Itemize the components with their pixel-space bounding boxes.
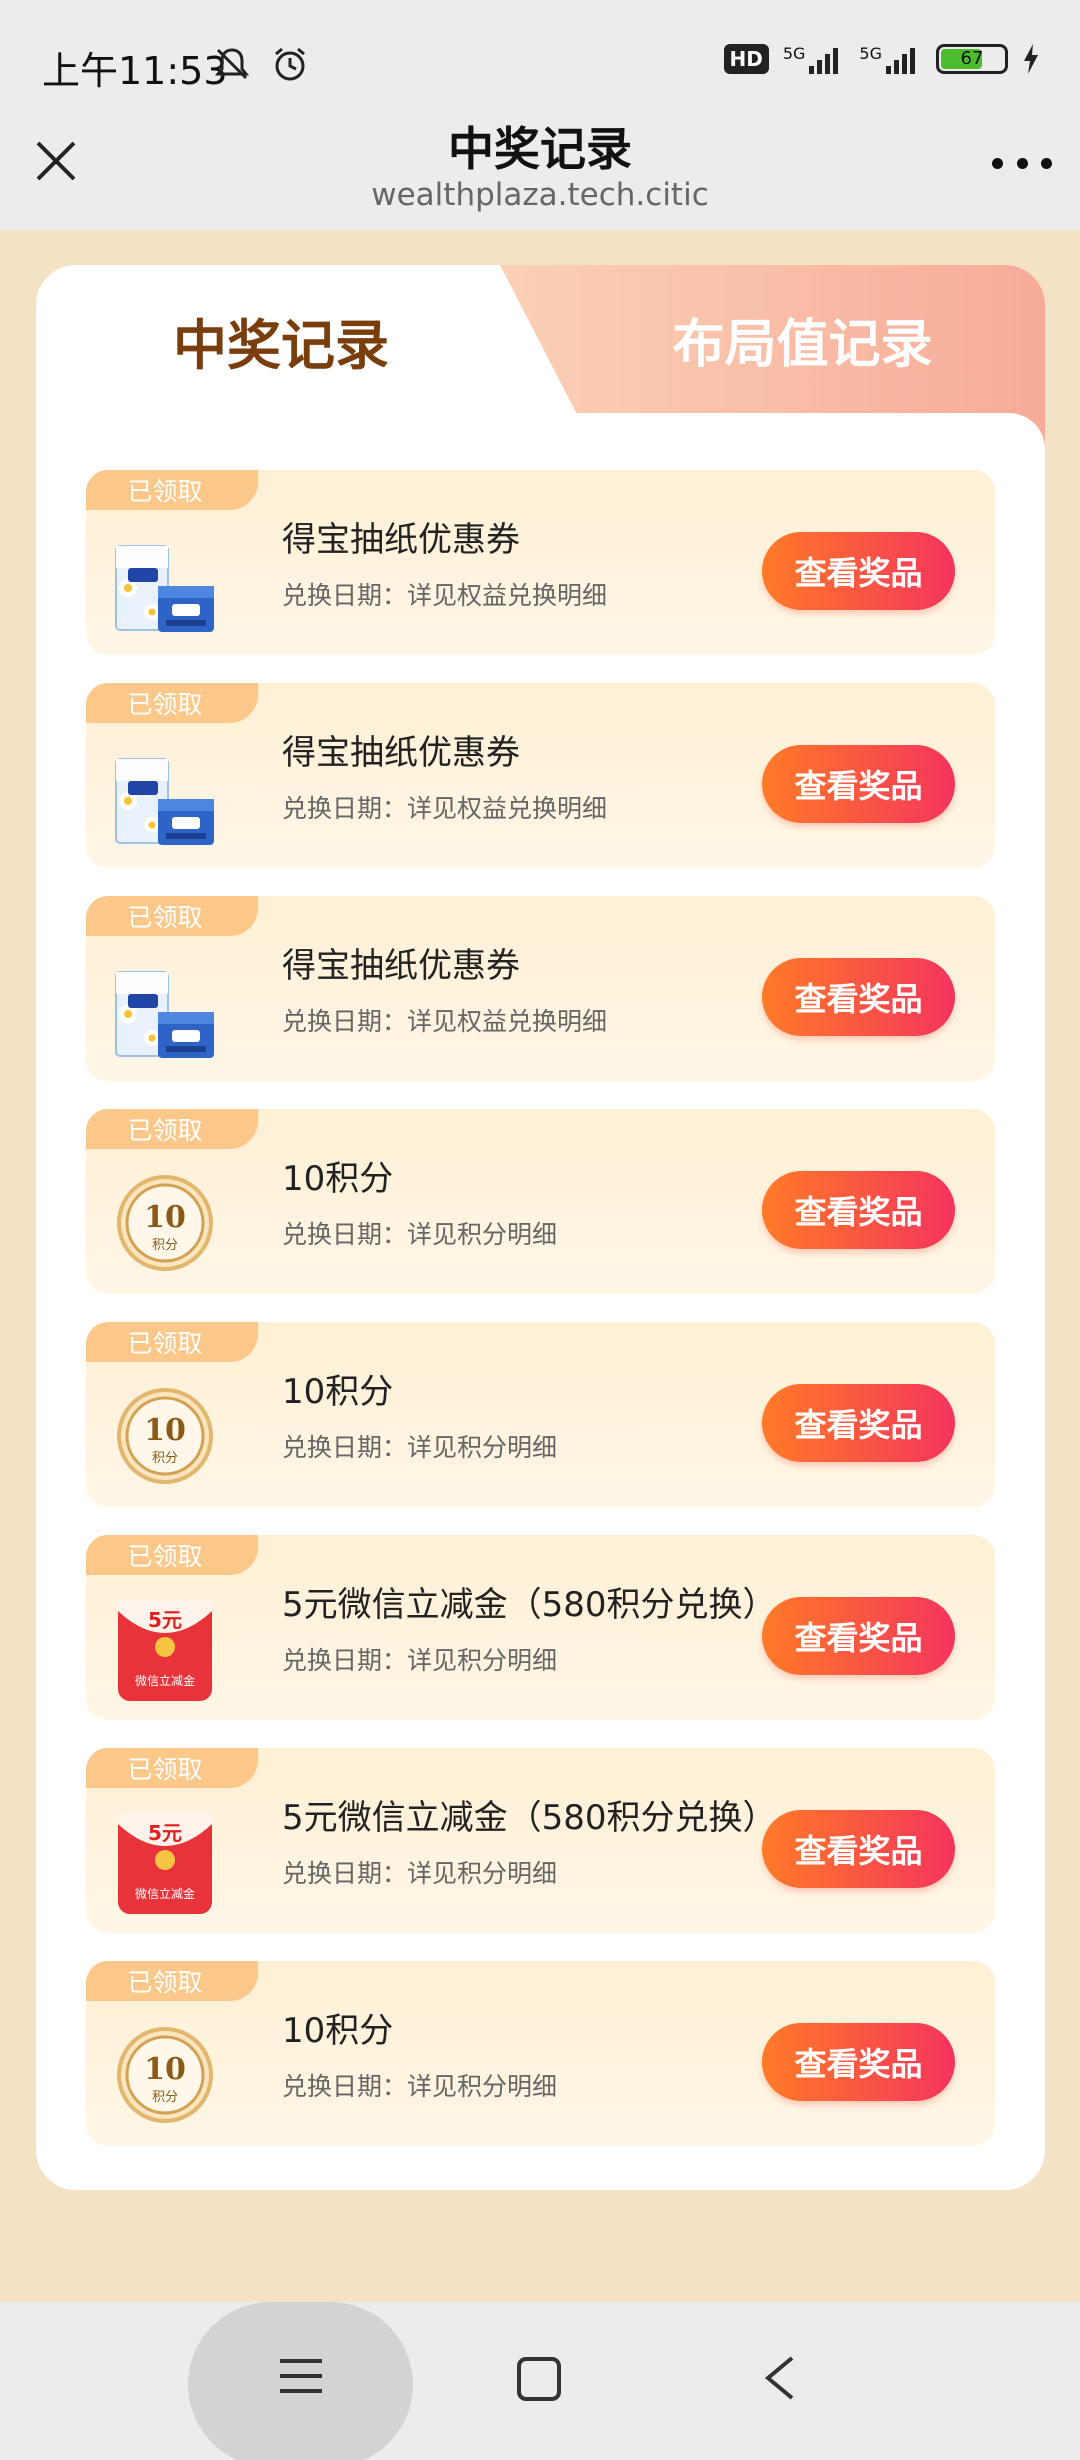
record-item: 已领取 5元微信立减金 5元微信立减金（580积分兑换） 兑换日期：详见积分明细 查看奖…	[86, 1748, 995, 1933]
claimed-badge: 已领取	[86, 1535, 258, 1575]
record-date: 兑换日期：详见积分明细	[282, 1859, 558, 1888]
claimed-badge: 已领取	[86, 1322, 258, 1362]
signal-1-label: 5G	[782, 44, 806, 63]
status-icons-right: HD 5G 5G 67	[723, 44, 1041, 74]
back-icon[interactable]	[760, 2354, 798, 2402]
hd-badge: HD	[723, 44, 769, 74]
menu-icon[interactable]	[278, 2356, 324, 2396]
charging-icon	[1024, 44, 1038, 74]
record-date: 兑换日期：详见权益兑换明细	[282, 581, 608, 610]
mute-icon	[214, 48, 250, 80]
home-square-icon[interactable]	[516, 2356, 562, 2402]
svg-text:积分: 积分	[152, 2090, 178, 2105]
status-icons-left	[212, 44, 310, 84]
records-list: 已领取 得宝抽纸优惠券 兑换日期：详见权益兑换明细 查看奖品 已领取 得宝抽纸优惠券 兑换日…	[86, 470, 995, 2174]
signal-bars-icon	[809, 48, 839, 74]
tab-layout-value-records-label: 布局值记录	[672, 314, 933, 375]
signal-2: 5G	[859, 44, 922, 74]
svg-text:10: 10	[144, 1413, 186, 1448]
records-card: 中奖记录 布局值记录 已领取 得宝抽纸优惠券 兑换日期：详见权益兑换明细 查看奖品 已领…	[36, 265, 1045, 2190]
tissue-product-image	[114, 741, 216, 853]
view-prize-button[interactable]: 查看奖品	[762, 958, 955, 1036]
view-prize-button[interactable]: 查看奖品	[762, 1597, 955, 1675]
record-title: 得宝抽纸优惠券	[282, 946, 520, 986]
tab-winning-records-label: 中奖记录	[173, 313, 389, 377]
svg-text:10: 10	[144, 2052, 186, 2087]
alarm-icon	[275, 47, 305, 81]
points-coin-icon: 10 积分	[114, 1380, 216, 1492]
record-title: 得宝抽纸优惠券	[282, 520, 520, 560]
red-packet-icon: 5元微信立减金	[114, 1806, 216, 1918]
record-item: 已领取 10 积分 10积分 兑换日期：详见积分明细 查看奖品	[86, 1322, 995, 1507]
record-item: 已领取 10 积分 10积分 兑换日期：详见积分明细 查看奖品	[86, 1961, 995, 2146]
title-bar: 中奖记录 wealthplaza.tech.citic	[0, 95, 1080, 230]
record-item: 已领取 得宝抽纸优惠券兑换日期：详见权益兑换明细 查看奖品	[86, 470, 995, 655]
svg-text:积分: 积分	[152, 1451, 178, 1466]
svg-text:积分: 积分	[152, 1238, 178, 1253]
view-prize-button[interactable]: 查看奖品	[762, 1384, 955, 1462]
tab-layout-value-records[interactable]: 布局值记录	[500, 265, 1045, 413]
record-item: 已领取 10 积分 10积分 兑换日期：详见积分明细 查看奖品	[86, 1109, 995, 1294]
record-date: 兑换日期：详见积分明细	[282, 1220, 558, 1249]
tissue-product-image	[114, 954, 216, 1066]
claimed-badge: 已领取	[86, 1748, 258, 1788]
page-url: wealthplaza.tech.citic	[371, 177, 709, 213]
claimed-badge: 已领取	[86, 683, 258, 723]
tab-corner	[1009, 413, 1045, 449]
view-prize-button[interactable]: 查看奖品	[762, 2023, 955, 2101]
view-prize-button[interactable]: 查看奖品	[762, 1171, 955, 1249]
svg-text:5元: 5元	[148, 1608, 182, 1632]
claimed-badge: 已领取	[86, 1109, 258, 1149]
svg-text:微信立减金: 微信立减金	[135, 1886, 195, 1901]
svg-text:5元: 5元	[148, 1821, 182, 1845]
svg-text:微信立减金: 微信立减金	[135, 1673, 195, 1688]
record-item: 已领取 5元微信立减金 5元微信立减金（580积分兑换） 兑换日期：详见积分明细 查看奖…	[86, 1535, 995, 1720]
record-item: 已领取 得宝抽纸优惠券兑换日期：详见权益兑换明细 查看奖品	[86, 896, 995, 1081]
signal-2-label: 5G	[859, 44, 882, 63]
view-prize-button[interactable]: 查看奖品	[762, 532, 955, 610]
page-title: 中奖记录	[448, 122, 632, 176]
points-coin-icon: 10 积分	[114, 1167, 216, 1279]
signal-1: 5G	[783, 44, 846, 74]
record-item: 已领取 得宝抽纸优惠券兑换日期：详见权益兑换明细 查看奖品	[86, 683, 995, 868]
claimed-badge: 已领取	[86, 896, 258, 936]
record-title: 10积分	[282, 2011, 394, 2051]
tab-winning-records[interactable]: 中奖记录	[36, 265, 546, 415]
svg-text:10: 10	[144, 1200, 186, 1235]
record-date: 兑换日期：详见权益兑换明细	[282, 1007, 608, 1036]
signal-bars-icon	[886, 48, 915, 74]
view-prize-button[interactable]: 查看奖品	[762, 745, 955, 823]
record-date: 兑换日期：详见积分明细	[282, 2072, 558, 2101]
claimed-badge: 已领取	[86, 470, 258, 510]
status-time: 上午11:53	[42, 49, 228, 93]
record-date: 兑换日期：详见权益兑换明细	[282, 794, 608, 823]
record-title: 10积分	[282, 1372, 394, 1412]
battery-icon: 67	[936, 44, 1008, 74]
points-coin-icon: 10 积分	[114, 2019, 216, 2131]
tissue-product-image	[114, 528, 216, 640]
record-title: 得宝抽纸优惠券	[282, 733, 520, 773]
battery-level: 67	[960, 48, 984, 69]
record-title: 5元微信立减金（580积分兑换）	[282, 1798, 777, 1838]
record-title: 10积分	[282, 1159, 394, 1199]
view-prize-button[interactable]: 查看奖品	[762, 1810, 955, 1888]
more-icon[interactable]	[992, 151, 1052, 175]
claimed-badge: 已领取	[86, 1961, 258, 2001]
record-title: 5元微信立减金（580积分兑换）	[282, 1585, 777, 1625]
nav-bar	[0, 2302, 1080, 2460]
red-packet-icon: 5元微信立减金	[114, 1593, 216, 1705]
record-date: 兑换日期：详见积分明细	[282, 1433, 558, 1462]
record-date: 兑换日期：详见积分明细	[282, 1646, 558, 1675]
